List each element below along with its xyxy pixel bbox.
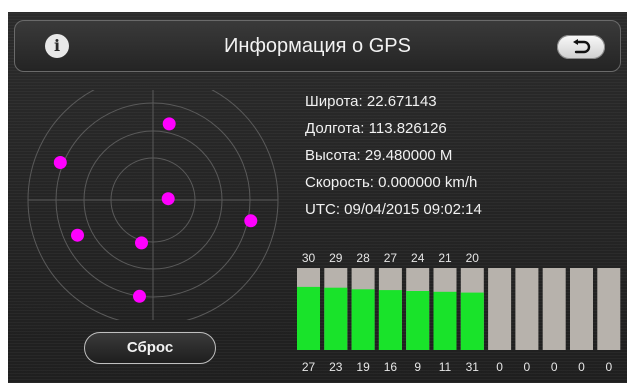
satellite-id-label: 27 [384,251,398,265]
page-title: Информация о GPS [224,35,411,57]
satellite-dot [244,214,258,228]
satellite-dot [161,192,175,206]
signal-bar-track [542,268,566,350]
latitude-text: Широта: 22.671143 [305,93,437,110]
longitude-text: Долгота: 113.826126 [305,120,447,137]
header-bar: i Информация о GPS [14,20,621,72]
satellite-dot [53,156,67,169]
info-icon[interactable]: i [45,34,69,58]
satellite-id-label: 24 [411,251,425,265]
signal-bar-fill [297,286,320,350]
snr-value-label: 27 [302,360,316,374]
signal-bar-fill [324,287,348,350]
position-info: Широта: 22.671143 Долгота: 113.826126 Вы… [305,91,482,226]
signal-strength-chart: 30 27 29 23 28 19 27 16 24 9 21 11 20 31 0 0 0 0 0 [297,251,621,374]
satellite-id-label: 28 [356,251,370,265]
satellite-dot [133,289,146,303]
snr-value-label: 0 [496,360,503,374]
satellite-dot [135,236,148,250]
snr-value-label: 23 [329,360,343,374]
snr-value-label: 0 [605,360,612,374]
speed-text: Скорость: 0.000000 km/h [305,174,478,191]
altitude-text: Высота: 29.480000 M [305,147,453,164]
snr-value-label: 16 [384,360,398,374]
sky-rings [27,90,279,320]
snr-value-label: 0 [524,360,531,374]
back-button[interactable] [557,35,605,59]
snr-value-label: 11 [439,360,452,374]
signal-bar-fill [351,289,375,350]
signal-bar-track [597,268,621,350]
satellite-id-label: 21 [438,251,452,265]
reset-button[interactable]: Сброс [84,332,216,364]
signal-bar-track [488,268,512,350]
snr-value-label: 9 [414,360,421,374]
snr-value-label: 19 [356,360,370,374]
satellite-id-label: 29 [329,251,343,265]
utc-text: UTC: 09/04/2015 09:02:14 [305,201,482,218]
signal-bar-fill [378,290,402,350]
snr-value-label: 0 [578,360,585,374]
satellite-dot [71,228,84,242]
signal-bar-fill [433,291,457,350]
snr-value-label: 31 [466,360,480,374]
signal-bar-fill [460,292,484,350]
signal-bar-track [515,268,539,350]
snr-value-label: 0 [551,360,558,374]
signal-bar-track [570,268,593,350]
return-arrow-icon [573,39,591,54]
satellite-id-label: 30 [302,251,316,265]
satellite-sky-view [27,90,279,320]
satellite-id-label: 20 [466,251,480,265]
satellite-dot [162,117,176,131]
gps-info-screen: i Информация о GPS Широта: 22.671143 Дол… [8,12,627,383]
signal-bar-fill [406,291,430,350]
